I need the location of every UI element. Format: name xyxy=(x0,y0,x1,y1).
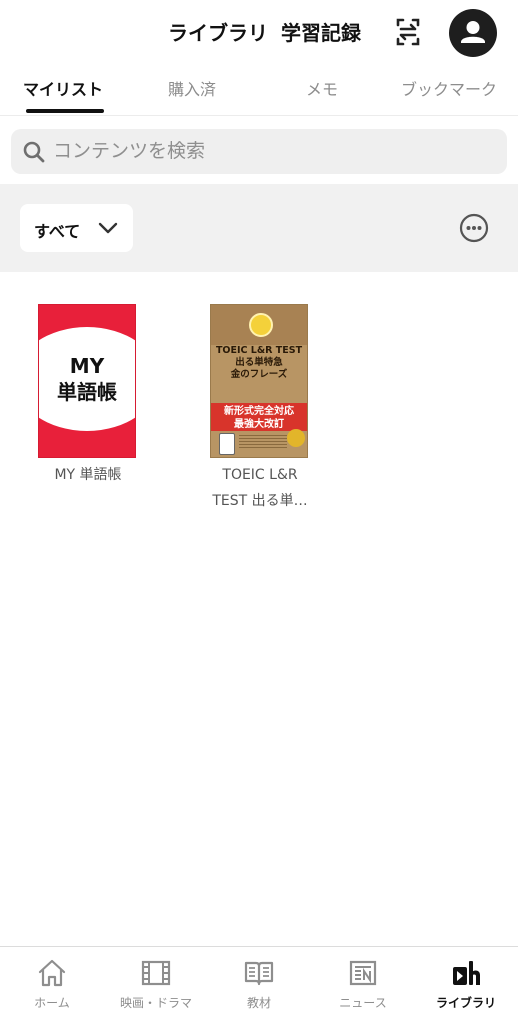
home-icon xyxy=(38,959,66,987)
tab-purchased[interactable]: 購入済 xyxy=(168,76,216,100)
item-title-line1: TOEIC L&R xyxy=(222,467,298,483)
cover-banner: 新形式完全対応 最強大改訂 xyxy=(224,406,294,430)
switch-button[interactable] xyxy=(390,14,426,50)
item-title-line2: TEST 出る単… xyxy=(212,493,308,509)
search-icon xyxy=(23,141,45,163)
phone-illustration xyxy=(219,433,235,455)
nav-library[interactable]: ライブラリ xyxy=(414,947,518,1025)
study-record-title[interactable]: 学習記録 xyxy=(281,17,361,46)
item-title: MY 単語帳 xyxy=(8,462,168,488)
library-title[interactable]: ライブラリ xyxy=(168,17,268,46)
more-icon xyxy=(459,213,489,243)
my-wordbook-cover[interactable]: MY 単語帳 xyxy=(38,304,136,458)
nav-label-library: ライブラリ xyxy=(435,996,496,1010)
filter-bar: すべて xyxy=(0,184,518,272)
bottom-navigation: ホーム 映画・ドラマ 教材 ニュース ライブラリ xyxy=(0,946,518,1025)
news-icon xyxy=(349,960,377,986)
filter-selected-label: すべて xyxy=(34,222,81,241)
cover-headline: TOEIC L&R TEST 出る単特急 金のフレーズ xyxy=(215,345,303,380)
avatar[interactable] xyxy=(449,9,497,57)
nav-label-home: ホーム xyxy=(34,996,70,1010)
nav-movies[interactable]: 映画・ドラマ xyxy=(104,947,208,1025)
header: ライブラリ 学習記録 xyxy=(0,0,518,66)
nav-materials[interactable]: 教材 xyxy=(207,947,311,1025)
cover-text-line1: MY xyxy=(69,354,105,378)
film-icon xyxy=(141,960,171,986)
cover-text: MY 単語帳 xyxy=(39,353,135,405)
search-bar[interactable] xyxy=(11,129,507,174)
filter-dropdown[interactable]: すべて xyxy=(20,204,133,252)
nav-news[interactable]: ニュース xyxy=(311,947,415,1025)
toeic-book-cover[interactable]: TOEIC L&R TEST 出る単特急 金のフレーズ 新形式完全対応 最強大改… xyxy=(210,304,308,458)
tab-bar: マイリスト 購入済 メモ ブックマーク xyxy=(0,66,518,116)
nav-label-movies: 映画・ドラマ xyxy=(119,996,192,1010)
active-tab-indicator xyxy=(26,109,104,113)
library-icon xyxy=(453,961,480,985)
tab-bookmark[interactable]: ブックマーク xyxy=(401,76,497,100)
library-item[interactable]: MY 単語帳 MY 単語帳 xyxy=(38,304,136,483)
tab-memo[interactable]: メモ xyxy=(306,76,338,100)
nav-label-news: ニュース xyxy=(339,996,387,1010)
user-icon xyxy=(461,21,485,43)
nav-label-materials: 教材 xyxy=(246,996,271,1010)
more-options-button[interactable] xyxy=(459,213,489,243)
swap-icon xyxy=(396,18,420,46)
search-input[interactable] xyxy=(53,137,493,165)
item-title-line1: MY 単語帳 xyxy=(54,467,122,483)
cover-fine-print xyxy=(239,435,287,449)
tab-mylist[interactable]: マイリスト xyxy=(23,76,103,100)
item-title: TOEIC L&R TEST 出る単… xyxy=(180,462,340,514)
cover-seal xyxy=(287,429,305,447)
book-icon xyxy=(244,961,274,986)
chevron-down-icon xyxy=(98,222,118,234)
cover-badge xyxy=(249,313,273,337)
cover-text-line2: 単語帳 xyxy=(57,380,117,404)
nav-home[interactable]: ホーム xyxy=(0,947,104,1025)
library-item[interactable]: TOEIC L&R TEST 出る単特急 金のフレーズ 新形式完全対応 最強大改… xyxy=(210,304,308,509)
